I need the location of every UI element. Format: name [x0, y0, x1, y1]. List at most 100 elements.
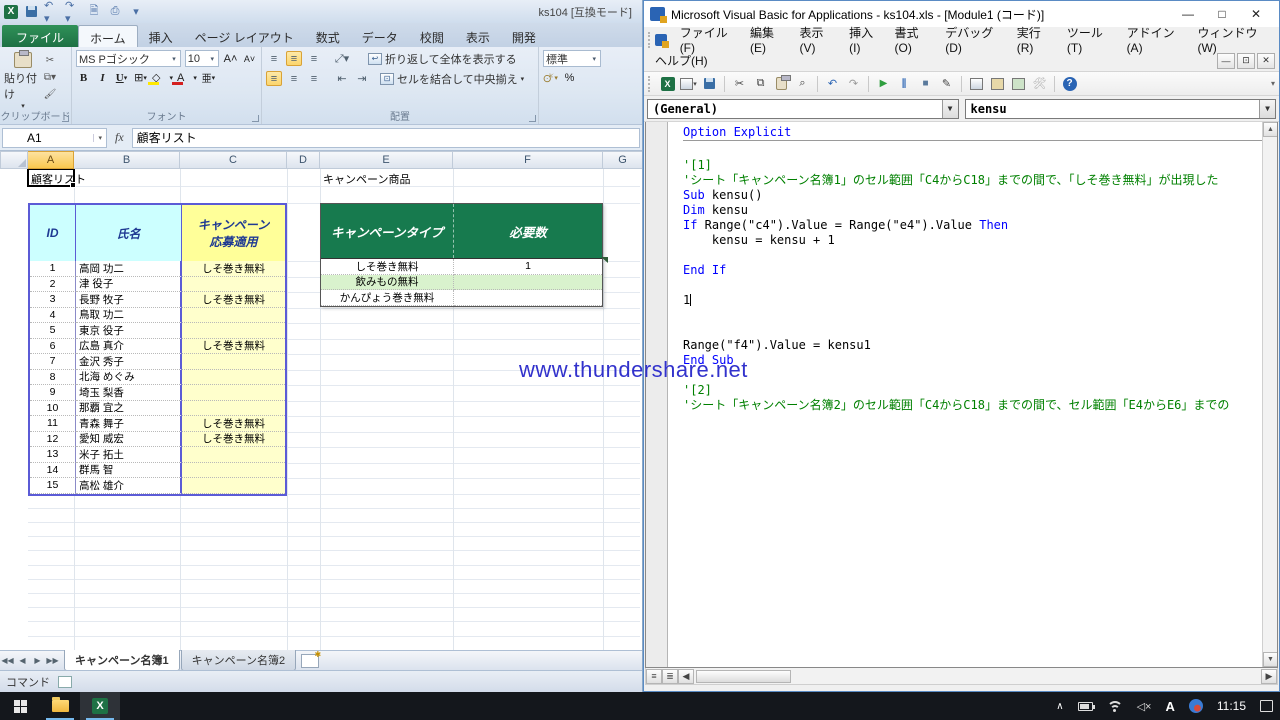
cell-id[interactable]: 9 [30, 385, 76, 401]
project-explorer-icon[interactable] [968, 76, 985, 92]
vba-menu-ツール(T)[interactable]: ツール(T) [1060, 22, 1120, 57]
cell-id[interactable]: 13 [30, 447, 76, 463]
start-button[interactable] [0, 692, 40, 720]
code-horizontal-scrollbar[interactable]: ≡ ≣ ◀ ▶ [645, 668, 1278, 685]
vba-copy-icon[interactable]: ⧉ [752, 76, 769, 92]
cell-campaign[interactable] [182, 447, 285, 463]
cell-campaign-type[interactable]: しそ巻き無料 [321, 259, 454, 275]
procedure-view-icon[interactable]: ≡ [646, 669, 662, 684]
align-bottom-icon[interactable]: ≡ [306, 51, 322, 66]
currency-format-icon[interactable]: 🜚▾ [543, 70, 558, 85]
orientation-icon[interactable]: ⤢▾ [334, 51, 350, 66]
object-combo[interactable]: (General) ▼ [647, 99, 959, 119]
vba-find-icon[interactable]: ⌕ [794, 76, 811, 92]
vba-save-icon[interactable] [701, 76, 718, 92]
alignment-dialog-launcher[interactable] [529, 115, 536, 122]
customer-table-header-name[interactable]: 氏名 [76, 205, 182, 261]
full-module-view-icon[interactable]: ≣ [662, 669, 678, 684]
tray-expand-icon[interactable]: ∧ [1049, 692, 1070, 720]
cell-campaign[interactable]: しそ巻き無料 [182, 339, 285, 355]
cell-name[interactable]: 鳥取 功二 [76, 308, 182, 324]
insert-object-icon[interactable]: ▾ [680, 76, 697, 92]
merge-center-button[interactable]: ⊡ セルを結合して中央揃え ▾ [380, 70, 524, 87]
wrap-text-button[interactable]: ↩ 折り返して全体を表示する [368, 50, 517, 67]
procedure-combo[interactable]: kensu ▼ [965, 99, 1277, 119]
macro-record-icon[interactable] [58, 676, 72, 688]
tab-ホーム[interactable]: ホーム [78, 25, 138, 47]
cell-campaign-type[interactable]: 飲みもの無料 [321, 275, 454, 291]
tray-app-icon[interactable] [1182, 692, 1210, 720]
cell-id[interactable]: 10 [30, 401, 76, 417]
cell-id[interactable]: 14 [30, 463, 76, 479]
view-excel-icon[interactable]: X [659, 76, 676, 92]
underline-button[interactable]: U▾ [114, 70, 129, 85]
cell-id[interactable]: 3 [30, 292, 76, 308]
bold-button[interactable]: B [76, 70, 91, 85]
first-sheet-icon[interactable]: ◀◀ [0, 656, 15, 665]
vba-menu-デバッグ(D)[interactable]: デバッグ(D) [938, 22, 1010, 57]
action-center-icon[interactable] [1253, 692, 1280, 720]
cell-campaign[interactable]: しそ巻き無料 [182, 416, 285, 432]
print-preview-icon[interactable]: 🗎 [86, 4, 102, 19]
ime-indicator[interactable]: A [1158, 692, 1181, 720]
cell-name[interactable]: 金沢 秀子 [76, 354, 182, 370]
column-header-B[interactable]: B [74, 151, 180, 169]
excel-app-icon[interactable]: X [4, 5, 18, 19]
cell-name[interactable]: 広島 真介 [76, 339, 182, 355]
decrease-indent-icon[interactable]: ⇤ [334, 71, 350, 86]
italic-button[interactable]: I [95, 70, 110, 85]
cell-id[interactable]: 6 [30, 339, 76, 355]
module-restore-button[interactable]: ⊡ [1237, 53, 1255, 69]
cell-name[interactable]: 高松 雄介 [76, 478, 182, 494]
cell-required-count[interactable] [454, 275, 602, 291]
volume-muted-icon[interactable]: ◁× [1130, 692, 1159, 720]
phonetic-icon[interactable]: 亜▾ [201, 70, 216, 85]
vba-redo-icon[interactable]: ↷ [845, 76, 862, 92]
code-line[interactable]: End Sub [683, 353, 1262, 368]
code-line[interactable]: Dim kensu [683, 203, 1262, 218]
vba-menu-編集(E)[interactable]: 編集(E) [743, 22, 793, 57]
cell-campaign[interactable] [182, 308, 285, 324]
borders-icon[interactable]: ⊞▾ [133, 70, 148, 85]
code-line[interactable]: Option Explicit [683, 125, 1262, 141]
vba-cut-icon[interactable]: ✂ [731, 76, 748, 92]
vba-help-icon[interactable]: ? [1061, 76, 1078, 92]
tab-ページ レイアウト[interactable]: ページ レイアウト [184, 25, 305, 47]
cell-required-count[interactable] [454, 290, 602, 306]
font-color-icon[interactable]: A▾ [177, 70, 197, 85]
qat-customize-icon[interactable]: ▾ [128, 4, 144, 19]
next-sheet-icon[interactable]: ▶ [30, 656, 45, 665]
align-left-icon[interactable]: ≡ [266, 71, 282, 86]
cell-name[interactable]: 埼玉 梨香 [76, 385, 182, 401]
tab-校閲[interactable]: 校閲 [409, 25, 455, 47]
code-line[interactable] [683, 308, 1262, 323]
cell-id[interactable]: 7 [30, 354, 76, 370]
cell-name[interactable]: 高岡 功二 [76, 261, 182, 277]
object-combo-dropdown-icon[interactable]: ▼ [942, 100, 958, 118]
prev-sheet-icon[interactable]: ◀ [15, 656, 30, 665]
vba-menu-実行(R)[interactable]: 実行(R) [1010, 22, 1060, 57]
redo-icon[interactable]: ↷ ▾ [65, 4, 81, 19]
vba-menu-アドイン(A)[interactable]: アドイン(A) [1120, 22, 1191, 57]
cell-id[interactable]: 4 [30, 308, 76, 324]
sheet-tab-キャンペーン名簿1[interactable]: キャンペーン名簿1 [64, 650, 180, 671]
save-icon[interactable] [23, 4, 39, 19]
align-top-icon[interactable]: ≡ [266, 51, 282, 66]
properties-window-icon[interactable] [989, 76, 1006, 92]
cell-name[interactable]: 北海 めぐみ [76, 370, 182, 386]
wifi-icon[interactable] [1100, 692, 1130, 720]
tab-file[interactable]: ファイル [2, 25, 78, 47]
cell-required-count[interactable]: 1 [454, 259, 602, 275]
insert-sheet-icon[interactable] [301, 654, 319, 668]
code-line[interactable]: '[1] [683, 158, 1262, 173]
tab-開発[interactable]: 開発 [501, 25, 547, 47]
code-line[interactable]: 'シート「キャンペーン名簿2」のセル範囲「C4からC18」までの間で、セル範囲「… [683, 398, 1262, 413]
copy-icon[interactable]: ⧉▾ [42, 70, 58, 84]
code-line[interactable]: 'シート「キャンペーン名簿1」のセル範囲「C4からC18」までの間で、「しそ巻き… [683, 173, 1262, 188]
code-line[interactable]: Sub kensu() [683, 188, 1262, 203]
scroll-left-icon[interactable]: ◀ [678, 669, 694, 684]
number-format-combo[interactable]: 標準▾ [543, 50, 601, 67]
cell-campaign[interactable] [182, 370, 285, 386]
cell-name[interactable]: 東京 役子 [76, 323, 182, 339]
increase-indent-icon[interactable]: ⇥ [354, 71, 370, 86]
